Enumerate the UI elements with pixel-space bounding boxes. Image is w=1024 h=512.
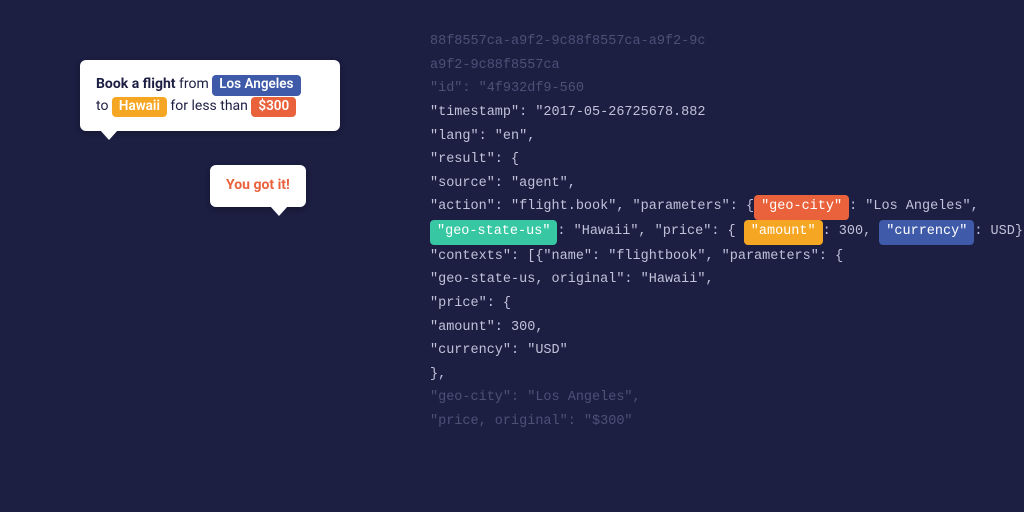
- geo-state-highlight: "geo-state-us": [430, 220, 557, 245]
- code-line: "price, original": "$300": [430, 410, 990, 434]
- code-line: "geo-city": "Los Angeles",: [430, 386, 990, 410]
- code-line: "lang": "en",: [430, 125, 990, 149]
- code-line: "price": {: [430, 292, 990, 316]
- code-line: "source": "agent",: [430, 172, 990, 196]
- code-line: "geo-state-us": "Hawaii", "price": { "am…: [430, 220, 990, 245]
- code-line: "geo-state-us, original": "Hawaii",: [430, 268, 990, 292]
- code-line: "id": "4f932df9-560: [430, 77, 990, 101]
- state-tag: Hawaii: [112, 97, 167, 118]
- request-to-word: to: [96, 98, 112, 114]
- request-prefix: Book a flight: [96, 76, 176, 92]
- code-line: "amount": 300,: [430, 316, 990, 340]
- json-response-panel: 88f8557ca-a9f2-9c88f8557ca-a9f2-9c a9f2-…: [430, 30, 990, 434]
- user-request-bubble: Book a flight from Los Angeles to Hawaii…: [80, 60, 340, 131]
- code-line: 88f8557ca-a9f2-9c88f8557ca-a9f2-9c: [430, 30, 990, 54]
- currency-highlight: "currency": [879, 220, 974, 245]
- city-tag: Los Angeles: [212, 75, 300, 96]
- code-line: "currency": "USD": [430, 339, 990, 363]
- chat-panel: Book a flight from Los Angeles to Hawaii…: [80, 60, 340, 207]
- agent-reply-bubble: You got it!: [210, 165, 306, 207]
- code-line: "contexts": [{"name": "flightbook", "par…: [430, 245, 990, 269]
- code-line: "action": "flight.book", "parameters": {…: [430, 195, 990, 220]
- code-line: "timestamp": "2017-05-26725678.882: [430, 101, 990, 125]
- request-mid-text: for less than: [167, 98, 251, 114]
- code-line: },: [430, 363, 990, 387]
- code-line: a9f2-9c88f8557ca: [430, 54, 990, 78]
- amount-highlight: "amount": [744, 220, 823, 245]
- agent-reply-text: You got it!: [226, 177, 290, 193]
- geo-city-highlight: "geo-city": [754, 195, 849, 220]
- request-from-word: from: [176, 76, 213, 92]
- price-tag: $300: [251, 97, 296, 118]
- code-line: "result": {: [430, 148, 990, 172]
